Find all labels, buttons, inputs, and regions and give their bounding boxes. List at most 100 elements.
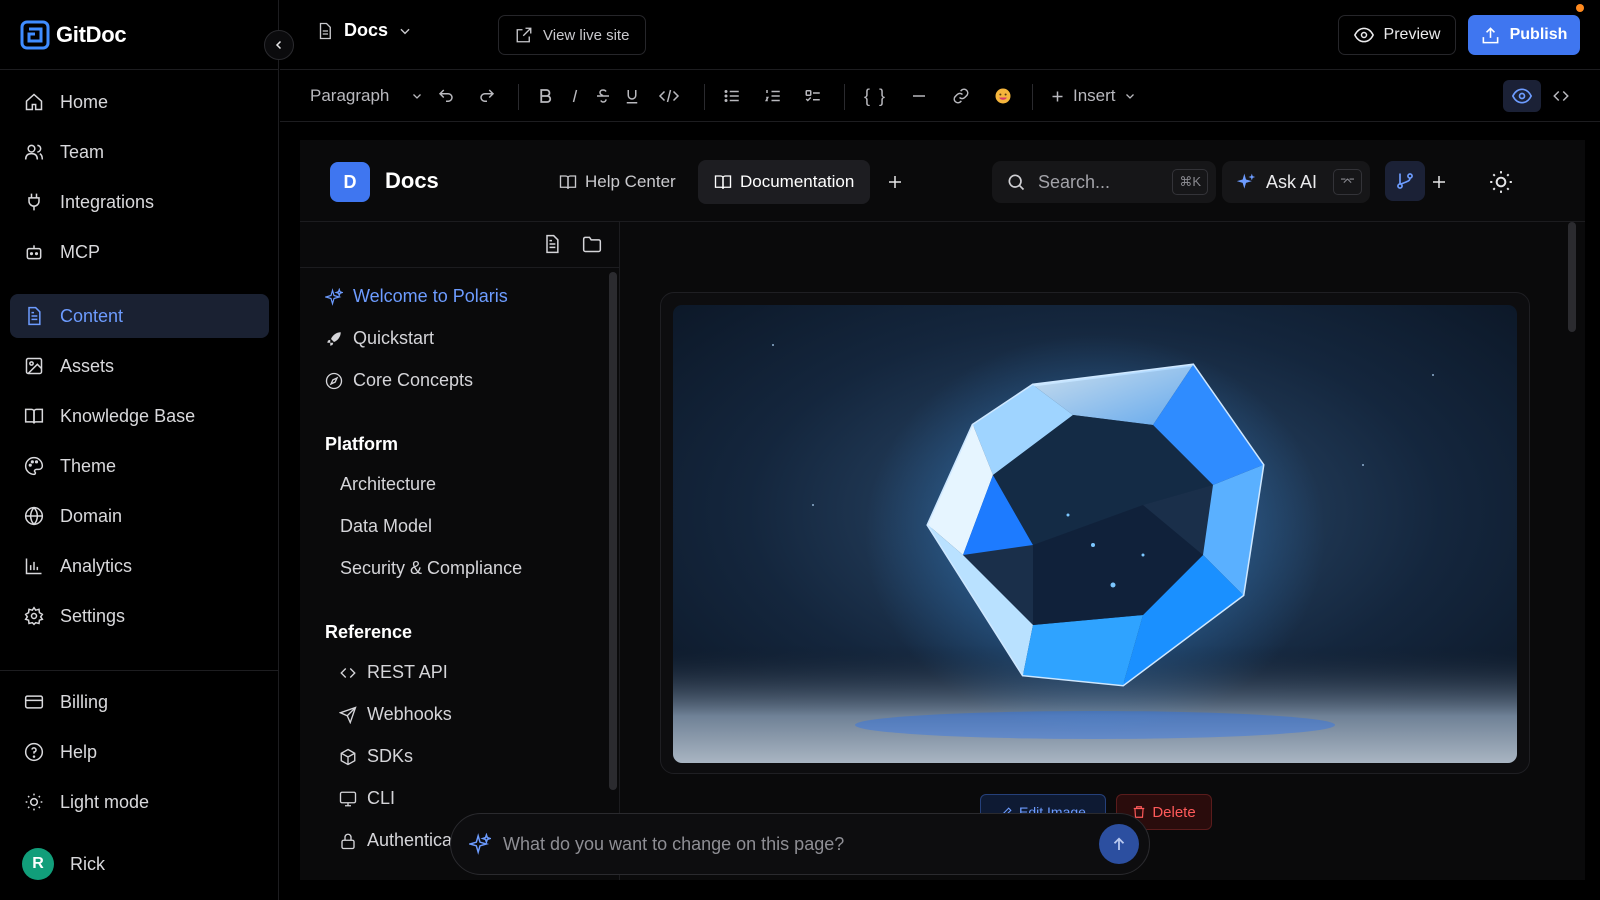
- site-search[interactable]: Search... ⌘K: [992, 161, 1216, 203]
- search-placeholder: Search...: [1038, 171, 1111, 192]
- tab-label: Documentation: [740, 172, 855, 191]
- doc-sidebar-scrollbar[interactable]: [609, 272, 617, 790]
- site-title[interactable]: Docs: [385, 168, 439, 194]
- doc-nav-webhooks[interactable]: Webhooks: [339, 704, 452, 725]
- bold-icon: [540, 89, 552, 103]
- task-list-button[interactable]: [804, 70, 822, 122]
- site-theme-toggle[interactable]: [1480, 160, 1522, 204]
- doc-nav-label: Quickstart: [353, 328, 435, 348]
- content-scrollbar[interactable]: [1568, 222, 1576, 332]
- tab-help-center[interactable]: Help Center: [543, 160, 692, 204]
- ask-ai-button[interactable]: Ask AI ⌤: [1222, 161, 1370, 203]
- top-bar: Docs View live site Preview Publish: [280, 0, 1600, 70]
- emoji-button[interactable]: [994, 70, 1012, 122]
- eye-icon: [1512, 88, 1532, 104]
- nav-item-integrations[interactable]: Integrations: [10, 180, 269, 224]
- doc-nav-rest-api[interactable]: REST API: [339, 662, 448, 683]
- ai-prompt-input[interactable]: What do you want to change on this page?: [503, 834, 1087, 855]
- doc-nav-data-model[interactable]: Data Model: [340, 516, 432, 537]
- link-button[interactable]: [952, 70, 970, 122]
- nav-item-help[interactable]: Help: [10, 730, 269, 774]
- toolbar-separator: [1032, 84, 1033, 110]
- italic-button[interactable]: [566, 70, 584, 122]
- nav-item-label: Home: [60, 91, 109, 112]
- nav-item-mcp[interactable]: MCP: [10, 230, 269, 274]
- ai-prompt-bar[interactable]: What do you want to change on this page?: [450, 813, 1150, 875]
- inline-code-button[interactable]: [658, 70, 680, 122]
- view-live-site-label: View live site: [543, 26, 630, 44]
- visual-mode-toggle[interactable]: [1503, 80, 1541, 112]
- nav-item-team[interactable]: Team: [10, 130, 269, 174]
- nav-item-analytics[interactable]: Analytics: [10, 544, 269, 588]
- doc-nav-quickstart[interactable]: Quickstart: [325, 328, 434, 349]
- branch-button[interactable]: [1385, 161, 1425, 201]
- source-mode-toggle[interactable]: [1552, 70, 1570, 122]
- publish-button[interactable]: Publish: [1468, 15, 1580, 55]
- tab-documentation[interactable]: Documentation: [698, 160, 871, 204]
- nav-item-theme[interactable]: Theme: [10, 444, 269, 488]
- sidebar-divider: [0, 69, 279, 70]
- user-profile[interactable]: R Rick: [22, 848, 105, 880]
- numbered-list-button[interactable]: [764, 70, 782, 122]
- code-block-button[interactable]: { }: [864, 70, 887, 122]
- undo-button[interactable]: [437, 70, 455, 122]
- nav-item-knowledge-base[interactable]: Knowledge Base: [10, 394, 269, 438]
- site-logo[interactable]: D: [330, 162, 370, 202]
- doc-nav-security[interactable]: Security & Compliance: [340, 558, 522, 579]
- preview-label: Preview: [1383, 26, 1441, 43]
- nav-item-label: Help: [60, 741, 98, 762]
- send-prompt-button[interactable]: [1099, 824, 1139, 864]
- lock-icon: [341, 833, 355, 849]
- nav-item-billing[interactable]: Billing: [10, 680, 269, 724]
- sparkle-icon: [1236, 173, 1256, 189]
- nav-item-label: Integrations: [60, 191, 155, 212]
- nav-item-content[interactable]: Content: [10, 294, 269, 338]
- ask-ai-label: Ask AI: [1266, 171, 1318, 192]
- preview-button[interactable]: Preview: [1338, 15, 1456, 55]
- search-shortcut: ⌘K: [1172, 169, 1208, 195]
- collapse-sidebar-button[interactable]: [264, 30, 294, 60]
- bullet-list-button[interactable]: [723, 70, 741, 122]
- nav-item-label: Content: [60, 305, 124, 326]
- view-live-site-button[interactable]: View live site: [498, 15, 647, 55]
- doc-section-reference[interactable]: Reference: [325, 622, 412, 643]
- sparkle-icon: [325, 287, 343, 306]
- nav-item-home[interactable]: Home: [10, 80, 269, 124]
- underline-button[interactable]: [623, 70, 641, 122]
- block-type-select[interactable]: Paragraph: [310, 70, 423, 122]
- new-folder-button[interactable]: [582, 234, 602, 254]
- new-page-button[interactable]: [542, 234, 562, 254]
- site-add-button[interactable]: [1422, 160, 1456, 204]
- nav-item-label: MCP: [60, 241, 100, 262]
- add-tab-button[interactable]: [878, 160, 912, 204]
- doc-section-platform[interactable]: Platform: [325, 434, 398, 455]
- tab-label: Help Center: [585, 172, 676, 191]
- chevron-down-icon: [413, 94, 422, 99]
- doc-nav-welcome[interactable]: Welcome to Polaris: [325, 286, 508, 307]
- content-nav: Content Assets Knowledge Base Theme Doma…: [10, 294, 269, 644]
- doc-nav-core-concepts[interactable]: Core Concepts: [325, 370, 473, 391]
- crystal-image[interactable]: [673, 305, 1517, 763]
- doc-nav-sdks[interactable]: SDKs: [339, 746, 413, 767]
- doc-switcher-label: Docs: [344, 20, 389, 40]
- site-header: D Docs Help Center Documentation Search.…: [300, 140, 1585, 222]
- nav-item-domain[interactable]: Domain: [10, 494, 269, 538]
- doc-nav-architecture[interactable]: Architecture: [340, 474, 436, 495]
- arrow-up-icon: [1113, 837, 1125, 850]
- nav-item-assets[interactable]: Assets: [10, 344, 269, 388]
- redo-button[interactable]: [478, 70, 496, 122]
- editor-toolbar: Paragraph {} Insert: [280, 70, 1600, 122]
- nav-item-settings[interactable]: Settings: [10, 594, 269, 638]
- plus-icon: [1052, 91, 1063, 101]
- nav-item-light-mode[interactable]: Light mode: [10, 780, 269, 824]
- brand[interactable]: GitDoc: [20, 18, 127, 52]
- bold-button[interactable]: [536, 70, 554, 122]
- doc-nav-label: REST API: [367, 662, 448, 682]
- insert-menu[interactable]: Insert: [1050, 70, 1136, 122]
- doc-switcher[interactable]: Docs: [316, 20, 412, 41]
- undo-icon: [438, 89, 453, 102]
- strikethrough-button[interactable]: [594, 70, 612, 122]
- doc-nav-cli[interactable]: CLI: [339, 788, 395, 809]
- image-block[interactable]: [660, 292, 1530, 774]
- divider-button[interactable]: [910, 70, 928, 122]
